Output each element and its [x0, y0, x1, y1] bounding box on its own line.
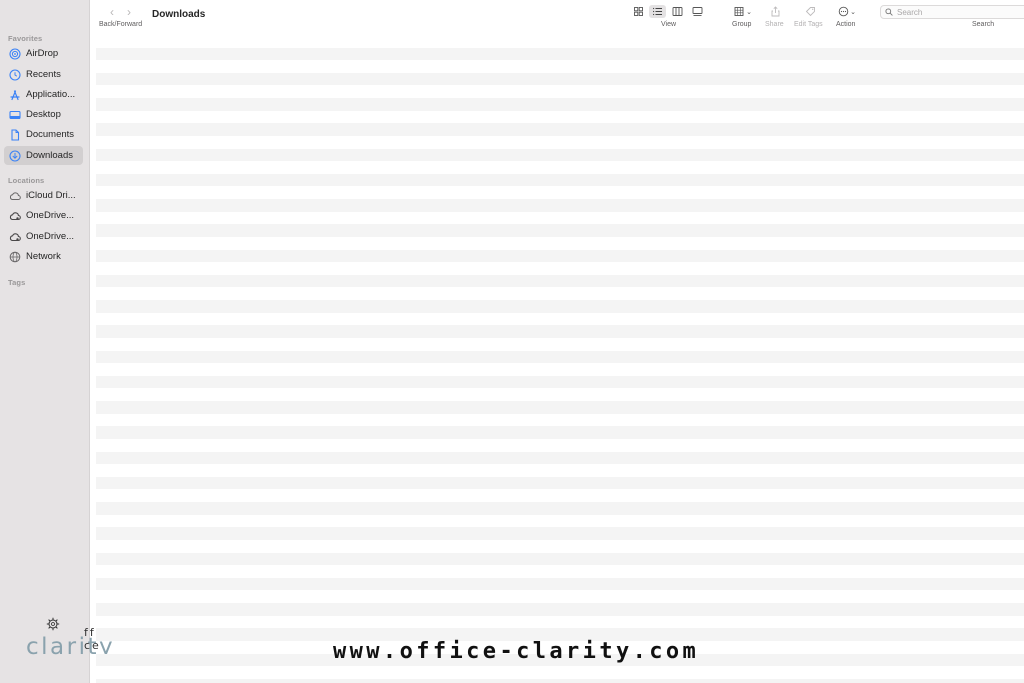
sidebar-section-tags: Tags	[8, 278, 26, 287]
onedrive-icon	[9, 210, 21, 222]
edit-tags-button[interactable]	[803, 5, 817, 18]
sidebar-section-locations: Locations	[8, 176, 45, 185]
window-title: Downloads	[152, 9, 206, 20]
share-icon	[771, 6, 779, 17]
columns-icon	[672, 7, 683, 16]
empty-row-stripe	[96, 98, 1024, 111]
sidebar-item-label: OneDrive...	[26, 231, 75, 242]
sidebar-item-label: Desktop	[26, 109, 61, 120]
clock-icon	[9, 68, 21, 81]
empty-row-stripe	[96, 502, 1024, 515]
empty-row-stripe	[96, 123, 1024, 136]
airdrop-icon	[9, 47, 21, 60]
empty-row-stripe	[96, 375, 1024, 389]
action-button[interactable]: ⌄	[836, 5, 858, 18]
column-view-button[interactable]	[669, 5, 686, 18]
empty-row-stripe	[96, 603, 1024, 616]
sidebar-item-recents[interactable]: Recents	[4, 65, 83, 84]
ellipsis-circle-icon	[838, 6, 849, 17]
sidebar-section-favorites: Favorites	[8, 34, 43, 43]
sidebar-item-airdrop[interactable]: AirDrop	[4, 44, 83, 63]
empty-row-stripe	[96, 451, 1024, 465]
group-icon	[734, 7, 744, 16]
gear-icon	[46, 617, 60, 631]
group-button[interactable]: ⌄	[732, 5, 754, 18]
desktop-icon	[9, 109, 21, 121]
chevron-down-icon: ⌄	[746, 8, 752, 16]
list-view-button[interactable]	[649, 5, 666, 18]
empty-row-stripe	[96, 173, 1024, 187]
empty-row-stripe	[96, 249, 1024, 263]
empty-row-stripe	[96, 199, 1024, 212]
sidebar-item-label: Network	[26, 251, 61, 262]
sidebar-item-label: Applicatio...	[26, 89, 76, 100]
sidebar-item-label: AirDrop	[26, 48, 59, 59]
website-watermark: www.office-clarity.com	[333, 639, 700, 664]
gallery-icon	[692, 7, 703, 16]
empty-row-stripe	[96, 476, 1024, 490]
globe-icon	[9, 251, 21, 263]
sidebar-item-documents[interactable]: Documents	[4, 125, 83, 144]
sidebar-item-downloads[interactable]: Downloads	[4, 146, 83, 165]
back-forward-label: Back/Forward	[99, 21, 143, 28]
grid-icon	[634, 7, 643, 16]
cloud-icon	[9, 190, 21, 202]
sidebar-item-label: iCloud Dri...	[26, 190, 76, 201]
action-label: Action	[836, 21, 856, 28]
chevron-down-icon: ⌄	[850, 8, 856, 16]
download-icon	[9, 149, 21, 162]
group-label: Group	[732, 21, 752, 28]
sidebar-item-label: Downloads	[26, 150, 73, 161]
search-field[interactable]	[880, 5, 1024, 19]
empty-row-stripe	[96, 224, 1024, 237]
search-icon	[885, 8, 893, 16]
empty-row-stripe	[96, 274, 1024, 288]
empty-row-stripe	[96, 47, 1024, 61]
empty-row-stripe	[96, 527, 1024, 540]
sidebar-item-label: OneDrive...	[26, 210, 75, 221]
edit-tags-label: Edit Tags	[794, 21, 823, 28]
onedrive-icon	[9, 231, 21, 243]
forward-button[interactable]: ›	[127, 5, 131, 19]
document-icon	[9, 128, 21, 141]
empty-row-stripe	[96, 401, 1024, 414]
view-label: View	[661, 21, 677, 28]
sidebar-item-label: Documents	[26, 129, 75, 140]
empty-row-stripe	[96, 72, 1024, 86]
share-button[interactable]	[768, 5, 782, 18]
sidebar: Favorites AirDrop Recents Applicatio... …	[0, 0, 113, 683]
search-input[interactable]	[897, 7, 1017, 17]
sidebar-item-icloud-drive[interactable]: iCloud Dri...	[4, 186, 83, 205]
sidebar-item-label: Recents	[26, 69, 61, 80]
empty-row-stripe	[96, 678, 1024, 683]
applications-icon	[9, 89, 21, 101]
empty-row-stripe	[96, 148, 1024, 162]
tag-icon	[805, 7, 815, 17]
back-button[interactable]: ‹	[110, 5, 114, 19]
search-label: Search	[972, 21, 995, 28]
gallery-view-button[interactable]	[689, 5, 706, 18]
sidebar-item-network[interactable]: Network	[4, 247, 83, 266]
empty-row-stripe	[96, 300, 1024, 313]
empty-row-stripe	[96, 577, 1024, 591]
toolbar: ‹ › Back/Forward Downloads View ⌄ Group …	[90, 0, 1024, 34]
sidebar-item-onedrive-2[interactable]: OneDrive...	[4, 227, 83, 246]
icon-view-button[interactable]	[630, 5, 647, 18]
share-label: Share	[765, 21, 784, 28]
list-icon	[653, 7, 662, 16]
empty-row-stripe	[96, 426, 1024, 439]
sidebar-item-onedrive-1[interactable]: OneDrive...	[4, 206, 83, 225]
sidebar-item-desktop[interactable]: Desktop	[4, 105, 83, 124]
empty-row-stripe	[96, 350, 1024, 364]
sidebar-item-applications[interactable]: Applicatio...	[4, 85, 83, 104]
empty-row-stripe	[96, 325, 1024, 338]
empty-row-stripe	[96, 552, 1024, 566]
file-list[interactable]	[96, 34, 1024, 683]
